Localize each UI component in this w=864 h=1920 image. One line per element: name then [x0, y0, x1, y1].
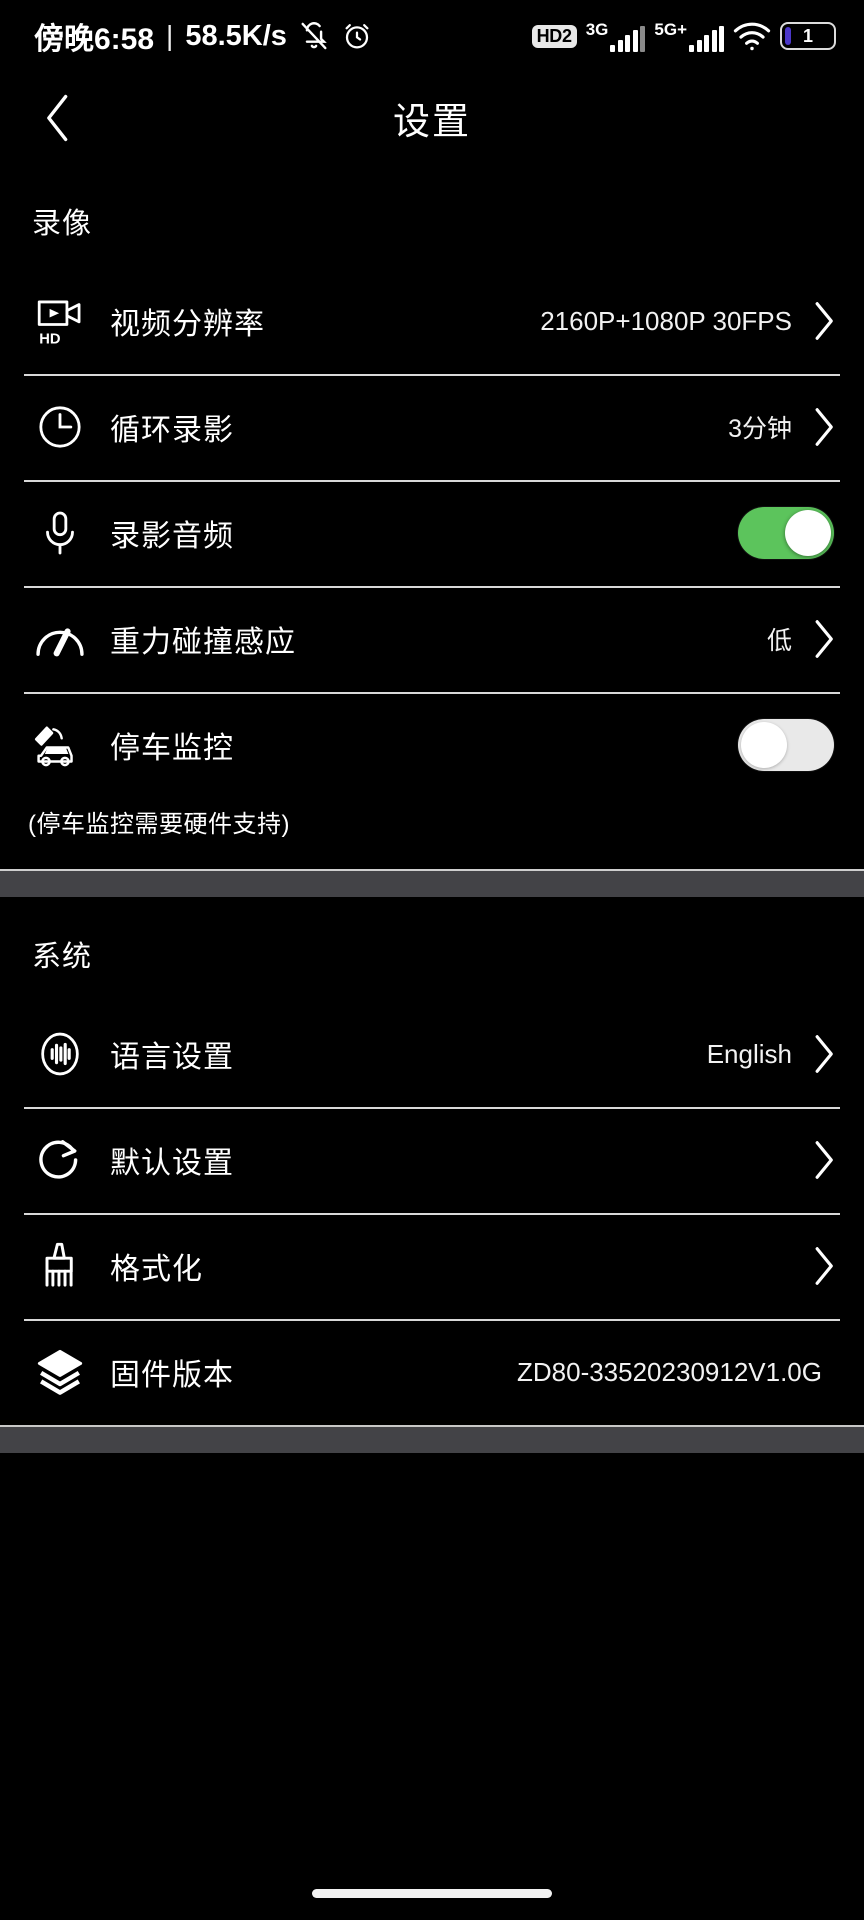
row-firmware-version: 固件版本 ZD80-33520230912V1.0G	[0, 1319, 864, 1425]
restore-refresh-icon	[32, 1132, 88, 1188]
home-indicator-bar[interactable]	[312, 1889, 552, 1898]
chevron-right-icon[interactable]	[810, 299, 840, 343]
row-format[interactable]: 格式化	[0, 1213, 864, 1319]
status-bar: 傍晚6:58 | 58.5K/s HD2 3G 5G+ 1	[0, 0, 864, 72]
voice-waveform-icon	[32, 1026, 88, 1082]
section-divider-band	[0, 869, 864, 897]
row-label-default-settings: 默认设置	[110, 1147, 234, 1180]
battery-level-text: 1	[802, 25, 813, 46]
row-label-firmware-version: 固件版本	[110, 1359, 234, 1392]
row-label-loop-recording: 循环录影	[110, 414, 234, 447]
alarm-clock-icon	[341, 20, 373, 52]
page-title: 设置	[393, 101, 471, 142]
clock-icon	[32, 399, 88, 455]
svg-text:HD: HD	[39, 332, 61, 347]
row-recording-audio[interactable]: 录影音频	[0, 480, 864, 586]
sim2-label: 5G+	[654, 19, 687, 39]
toggle-parking-monitor[interactable]	[738, 719, 834, 771]
row-label-language-settings: 语言设置	[110, 1041, 234, 1074]
status-clock: 傍晚6:58	[34, 23, 155, 56]
hd2-badge: HD2	[531, 24, 577, 48]
hd-video-camera-icon: HD	[32, 293, 88, 349]
empty-area	[0, 1453, 864, 1920]
status-bar-left: 傍晚6:58 | 58.5K/s	[34, 14, 373, 58]
chevron-left-icon	[41, 92, 75, 144]
layers-icon	[32, 1344, 88, 1400]
settings-screen: 傍晚6:58 | 58.5K/s HD2 3G 5G+ 1 设置 录像 HD 视…	[0, 0, 864, 1920]
row-value-gsensor: 低	[766, 627, 792, 655]
row-label-format: 格式化	[110, 1253, 203, 1286]
row-label-parking-monitor: 停车监控	[110, 732, 234, 765]
status-bar-right: HD2 3G 5G+ 1	[531, 21, 836, 52]
microphone-icon	[32, 505, 88, 561]
row-value-language-settings: English	[706, 1038, 792, 1069]
row-label-video-resolution: 视频分辨率	[110, 308, 265, 341]
row-loop-recording[interactable]: 循环录影 3分钟	[0, 374, 864, 480]
toggle-knob	[785, 510, 831, 556]
row-default-settings[interactable]: 默认设置	[0, 1107, 864, 1213]
row-parking-monitor[interactable]: 停车监控	[0, 692, 864, 798]
bell-muted-icon	[297, 19, 331, 53]
section-title-recording: 录像	[32, 208, 93, 240]
back-button[interactable]	[26, 86, 90, 150]
section-recording: 录像 HD 视频分辨率 2160P+1080P 30FPS 循环录影 3分钟 录…	[0, 164, 864, 869]
toggle-recording-audio[interactable]	[738, 507, 834, 559]
row-label-recording-audio: 录影音频	[110, 520, 234, 553]
bottom-divider-band	[0, 1425, 864, 1453]
wifi-icon	[733, 21, 771, 51]
parking-monitor-note: (停车监控需要硬件支持)	[28, 811, 290, 838]
battery-indicator: 1	[780, 22, 836, 50]
row-language-settings[interactable]: 语言设置 English	[0, 1001, 864, 1107]
sim2-signal-bars	[689, 25, 724, 52]
toggle-knob	[741, 722, 787, 768]
chevron-right-icon[interactable]	[810, 405, 840, 449]
sim1-signal-bars	[610, 25, 646, 52]
gauge-icon	[32, 611, 88, 667]
network-speed-text: 58.5K/s	[185, 19, 287, 52]
sim1-signal-indicator: 3G	[586, 21, 646, 52]
chevron-right-icon[interactable]	[810, 617, 840, 661]
row-value-firmware-version: ZD80-33520230912V1.0G	[516, 1356, 822, 1387]
chevron-right-icon[interactable]	[810, 1032, 840, 1076]
parking-camera-car-icon	[32, 717, 88, 773]
row-value-loop-recording: 3分钟	[728, 415, 792, 443]
section-system: 系统 语言设置 English 默认设置 格式化 固件版本 ZD80-33520…	[0, 897, 864, 1425]
sim1-label: 3G	[585, 19, 609, 39]
row-video-resolution[interactable]: HD 视频分辨率 2160P+1080P 30FPS	[0, 268, 864, 374]
row-value-video-resolution: 2160P+1080P 30FPS	[540, 305, 792, 336]
status-separator: |	[166, 20, 174, 51]
app-header: 设置	[0, 72, 864, 164]
sim2-signal-indicator: 5G+	[654, 21, 724, 52]
chevron-right-icon[interactable]	[810, 1244, 840, 1288]
brush-icon	[32, 1238, 88, 1294]
section-title-system: 系统	[32, 941, 93, 973]
row-label-gsensor: 重力碰撞感应	[110, 626, 296, 659]
row-gsensor[interactable]: 重力碰撞感应 低	[0, 586, 864, 692]
chevron-right-icon[interactable]	[810, 1138, 840, 1182]
